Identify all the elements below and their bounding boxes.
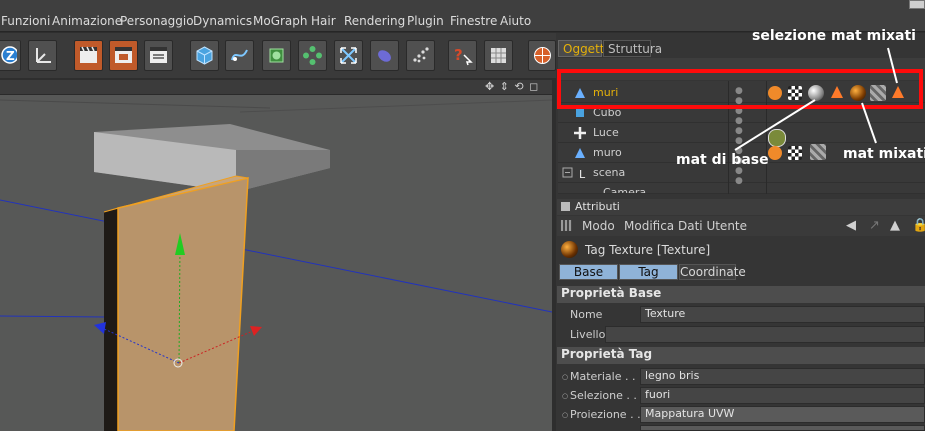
annotation-mat-mixati: mat mixati — [843, 146, 925, 162]
annotation-mat-base: mat di base — [676, 152, 769, 168]
annotation-selezione: selezione mat mixati — [752, 28, 916, 44]
annotation-arrows — [734, 47, 898, 151]
